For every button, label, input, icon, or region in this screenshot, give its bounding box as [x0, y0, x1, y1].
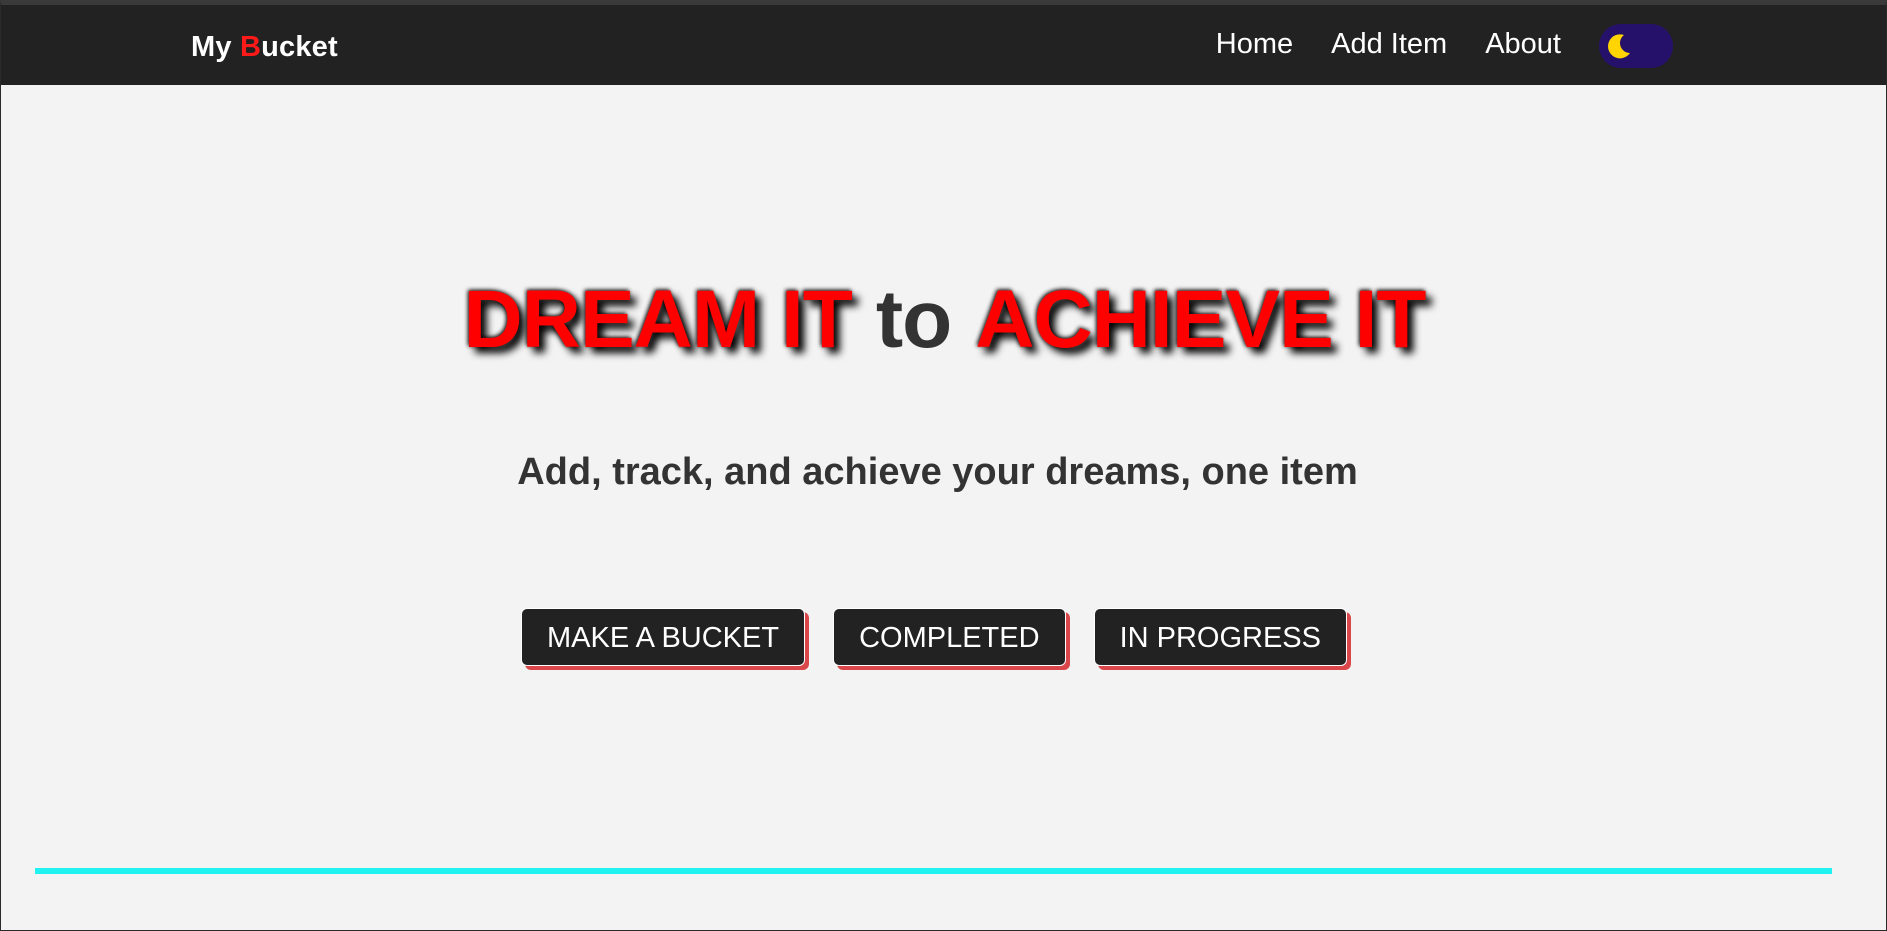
action-buttons: MAKE A BUCKET COMPLETED IN PROGRESS [521, 608, 1347, 666]
brand-suffix: ucket [261, 31, 338, 63]
moon-icon [1608, 34, 1630, 59]
brand-accent-letter: B [239, 31, 262, 63]
nav-link-home[interactable]: Home [1216, 27, 1293, 61]
brand-logo[interactable]: My Bucket [191, 31, 338, 63]
hero-title-achieve: ACHIEVE IT [975, 273, 1426, 365]
nav-link-about[interactable]: About [1485, 27, 1561, 61]
hero-tagline: Add, track, and achieve your dreams, one… [517, 451, 1358, 493]
brand-prefix: My [191, 31, 240, 63]
make-bucket-button[interactable]: MAKE A BUCKET [521, 608, 806, 666]
page: My Bucket Home Add Item About DREAM IT to… [0, 0, 1887, 931]
theme-toggle[interactable] [1599, 24, 1673, 68]
nav-link-add-item[interactable]: Add Item [1331, 27, 1447, 61]
nav-links: Home Add Item About [1216, 27, 1561, 61]
completed-button[interactable]: COMPLETED [833, 608, 1066, 666]
in-progress-button[interactable]: IN PROGRESS [1093, 608, 1347, 666]
hero-title-dream: DREAM IT [463, 273, 853, 365]
hero-title: DREAM IT to ACHIEVE IT [1, 270, 1886, 370]
navbar: My Bucket Home Add Item About [1, 5, 1886, 85]
footer-divider [35, 868, 1832, 874]
hero-title-to: to [875, 273, 952, 365]
